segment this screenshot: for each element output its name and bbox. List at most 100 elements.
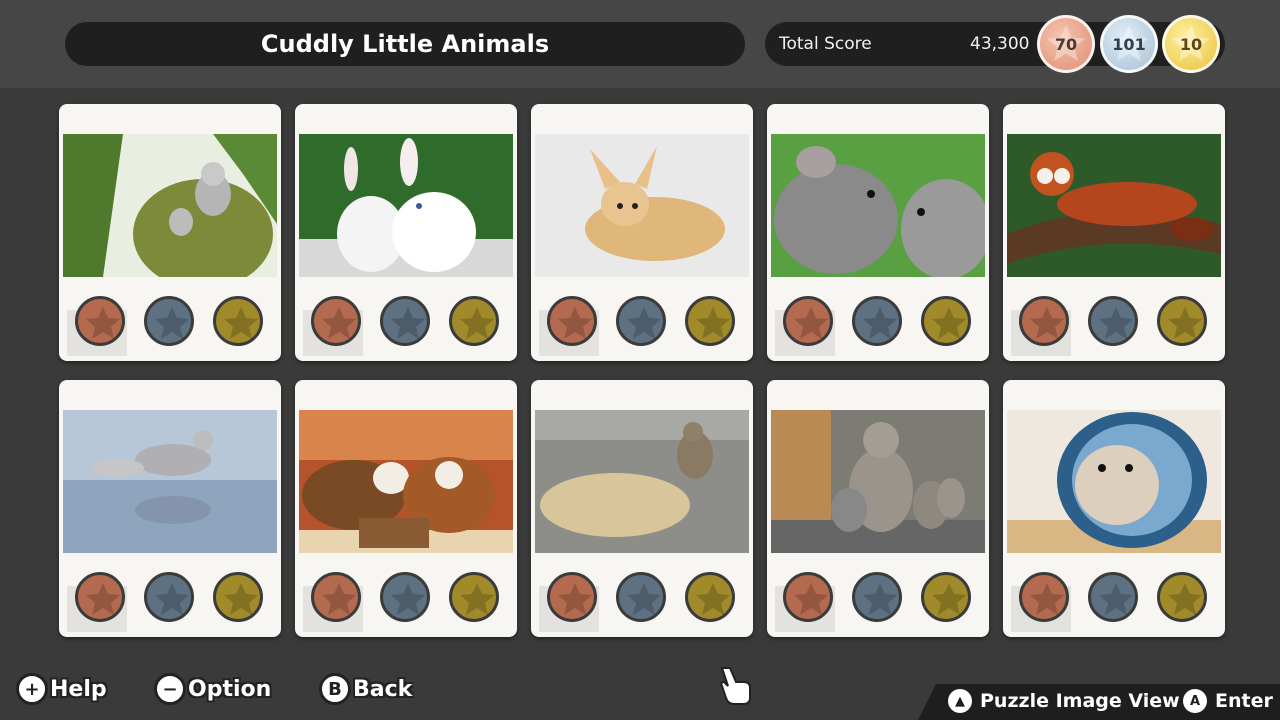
star-icon <box>794 583 828 615</box>
silver-star-slot <box>616 572 666 622</box>
help-label: Help <box>50 676 107 702</box>
star-icon <box>1168 583 1202 615</box>
back-label: Back <box>353 676 413 702</box>
star-icon <box>155 307 189 339</box>
star-icon <box>627 583 661 615</box>
puzzle-card-pallas-cats[interactable] <box>767 380 989 637</box>
silver-star-slot <box>852 572 902 622</box>
gold-star-slot <box>921 572 971 622</box>
puzzle-card-fennec-fox[interactable] <box>531 104 753 361</box>
star-icon <box>863 583 897 615</box>
total-score-label: Total Score <box>779 34 872 54</box>
gold-medal-value: 10 <box>1179 34 1203 54</box>
enter-label: Enter <box>1215 690 1273 712</box>
bronze-medal-count: 70 <box>1037 15 1095 73</box>
back-button[interactable]: B Back <box>319 670 412 708</box>
star-icon <box>696 583 730 615</box>
gold-star-slot <box>685 296 735 346</box>
plus-button-icon: + <box>16 673 48 705</box>
gold-star-slot <box>213 572 263 622</box>
puzzle-photo <box>771 410 985 553</box>
bronze-star-slot <box>311 572 361 622</box>
puzzle-photo <box>63 134 277 277</box>
star-icon <box>794 307 828 339</box>
bronze-star-slot <box>783 296 833 346</box>
puzzle-card-guinea-pigs[interactable] <box>295 380 517 637</box>
star-icon <box>932 583 966 615</box>
star-icon <box>558 307 592 339</box>
star-icon <box>1168 307 1202 339</box>
bronze-medal-value: 70 <box>1054 34 1078 54</box>
puzzle-photo <box>1007 410 1221 553</box>
puzzle-image-view-label: Puzzle Image View <box>980 690 1180 712</box>
star-icon <box>1099 307 1133 339</box>
puzzle-photo <box>535 410 749 553</box>
gold-star-slot <box>685 572 735 622</box>
gold-star-slot <box>449 572 499 622</box>
puzzle-photo <box>535 134 749 277</box>
puzzle-card-sugar-gliders-on-durian[interactable] <box>59 104 281 361</box>
star-icon <box>86 583 120 615</box>
gold-star-slot <box>921 296 971 346</box>
star-icon <box>391 307 425 339</box>
puzzle-photo <box>771 134 985 277</box>
star-icon <box>627 307 661 339</box>
star-icon <box>322 307 356 339</box>
star-icon <box>322 583 356 615</box>
collection-title-text: Cuddly Little Animals <box>260 30 550 58</box>
bronze-star-slot <box>1019 572 1069 622</box>
silver-star-slot <box>144 296 194 346</box>
gold-medal-count: 10 <box>1162 15 1220 73</box>
star-icon <box>86 307 120 339</box>
option-label: Option <box>188 676 272 702</box>
gold-star-slot <box>213 296 263 346</box>
puzzle-card-white-rabbits[interactable] <box>295 104 517 361</box>
star-icon <box>696 307 730 339</box>
star-icon <box>1099 583 1133 615</box>
silver-medal-count: 101 <box>1100 15 1158 73</box>
enter-button[interactable]: A Enter <box>1183 689 1273 713</box>
silver-star-slot <box>144 572 194 622</box>
star-icon <box>1030 583 1064 615</box>
b-button-icon: B <box>319 673 351 705</box>
silver-star-slot <box>852 296 902 346</box>
help-button[interactable]: + Help <box>16 670 107 708</box>
silver-star-slot <box>616 296 666 346</box>
puzzle-card-chinchillas[interactable] <box>767 104 989 361</box>
silver-star-slot <box>380 296 430 346</box>
star-icon <box>558 583 592 615</box>
a-button-icon: A <box>1183 689 1207 713</box>
puzzle-photo <box>299 410 513 553</box>
puzzle-card-arctic-fox[interactable] <box>59 380 281 637</box>
star-icon <box>391 583 425 615</box>
star-icon <box>863 307 897 339</box>
gold-star-slot <box>1157 296 1207 346</box>
bronze-star-slot <box>311 296 361 346</box>
bronze-star-slot <box>1019 296 1069 346</box>
puzzle-photo <box>1007 134 1221 277</box>
puzzle-card-squirrel-with-peanuts[interactable] <box>531 380 753 637</box>
silver-star-slot <box>1088 296 1138 346</box>
bronze-star-slot <box>547 296 597 346</box>
triangle-button-icon: ▲ <box>948 689 972 713</box>
bronze-star-slot <box>75 572 125 622</box>
puzzle-card-hamster-in-wheel[interactable] <box>1003 380 1225 637</box>
puzzle-photo <box>63 410 277 553</box>
star-icon <box>460 307 494 339</box>
silver-star-slot <box>380 572 430 622</box>
option-button[interactable]: − Option <box>154 670 271 708</box>
collection-title: Cuddly Little Animals <box>65 22 745 66</box>
total-score-panel: Total Score 43,300 70 101 10 <box>765 15 1225 73</box>
minus-button-icon: − <box>154 673 186 705</box>
hand-cursor-icon <box>720 667 751 705</box>
star-icon <box>932 307 966 339</box>
silver-star-slot <box>1088 572 1138 622</box>
star-icon <box>155 583 189 615</box>
star-icon <box>1030 307 1064 339</box>
star-icon <box>224 583 258 615</box>
puzzle-photo <box>299 134 513 277</box>
star-icon <box>224 307 258 339</box>
silver-medal-value: 101 <box>1112 34 1146 54</box>
puzzle-image-view-button[interactable]: ▲ Puzzle Image View <box>948 689 1180 713</box>
puzzle-card-red-panda[interactable] <box>1003 104 1225 361</box>
